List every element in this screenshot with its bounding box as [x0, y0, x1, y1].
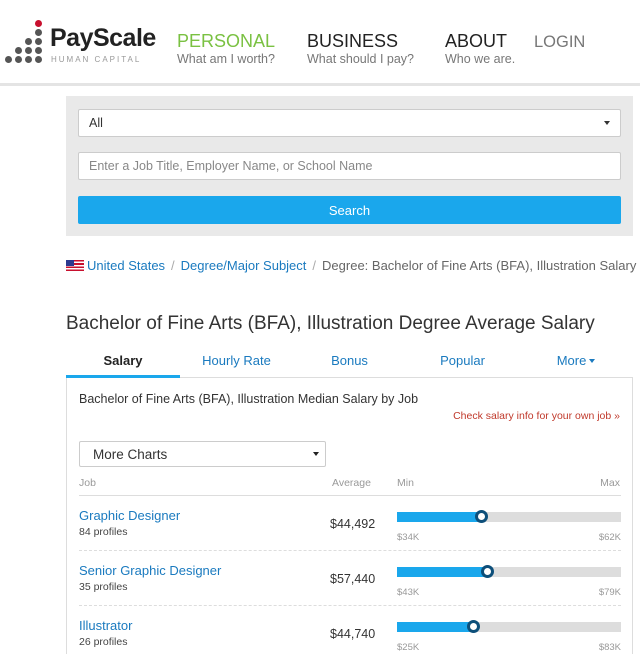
average-marker — [480, 565, 494, 578]
column-header-average: Average — [332, 477, 371, 489]
column-header-min: Min — [397, 477, 414, 489]
caret-down-icon — [313, 452, 319, 456]
salary-range-fill — [397, 622, 474, 632]
average-salary: $44,492 — [330, 517, 376, 531]
logo-dots-icon — [4, 20, 46, 63]
min-salary: $34K — [397, 532, 420, 543]
nav-about-title: ABOUT — [445, 31, 508, 51]
nav-personal-title: PERSONAL — [177, 31, 276, 51]
breadcrumb-separator: / — [171, 258, 175, 273]
caret-down-icon — [604, 121, 610, 125]
salary-range-bar — [397, 620, 621, 633]
nav-personal-subtitle: What am I worth? — [177, 52, 275, 66]
table-row: Graphic Designer 84 profiles $44,492 $34… — [79, 496, 621, 551]
profile-count: 84 profiles — [79, 526, 128, 538]
more-charts-value: More Charts — [93, 447, 168, 462]
search-panel: All Search — [66, 96, 633, 236]
payscale-logo[interactable]: PayScale HUMAN CAPITAL — [4, 14, 156, 66]
breadcrumb-united-states[interactable]: United States — [87, 258, 165, 273]
nav-business-title: BUSINESS — [307, 31, 399, 51]
column-header-job: Job — [79, 477, 96, 489]
breadcrumb-degree-major[interactable]: Degree/Major Subject — [181, 258, 307, 273]
logo-wordmark: PayScale — [50, 24, 156, 52]
breadcrumb-current: Degree: Bachelor of Fine Arts (BFA), Ill… — [322, 258, 637, 273]
tab-more-label: More — [556, 353, 587, 368]
tab-salary[interactable]: Salary — [66, 346, 180, 378]
profile-count: 35 profiles — [79, 581, 128, 593]
job-link[interactable]: Illustrator — [79, 618, 132, 633]
max-salary: $83K — [598, 642, 621, 653]
salary-range-fill — [397, 567, 487, 577]
tab-hourly-rate[interactable]: Hourly Rate — [180, 346, 293, 378]
salary-range-bar — [397, 565, 621, 578]
tab-popular[interactable]: Popular — [406, 346, 519, 378]
min-salary: $43K — [397, 587, 420, 598]
search-input[interactable] — [78, 152, 621, 180]
average-marker — [467, 620, 481, 633]
logo-tagline: HUMAN CAPITAL — [51, 55, 142, 64]
salary-range-bar — [397, 510, 621, 523]
table-row: Senior Graphic Designer 35 profiles $57,… — [79, 551, 621, 606]
job-link[interactable]: Senior Graphic Designer — [79, 563, 221, 578]
own-job-link[interactable]: Check salary info for your own job » — [453, 410, 620, 422]
tab-bar: Salary Hourly Rate Bonus Popular More — [66, 346, 633, 378]
job-link[interactable]: Graphic Designer — [79, 508, 180, 523]
max-salary: $62K — [598, 532, 621, 543]
profile-count: 26 profiles — [79, 636, 128, 648]
breadcrumb-separator: / — [312, 258, 317, 273]
min-salary: $25K — [397, 642, 420, 653]
average-salary: $44,740 — [330, 627, 376, 641]
tab-bonus[interactable]: Bonus — [293, 346, 406, 378]
nav-business[interactable]: BUSINESS What should I pay? — [307, 31, 414, 66]
tab-more[interactable]: More — [519, 346, 633, 378]
login-link[interactable]: LOGIN — [534, 33, 585, 52]
max-salary: $79K — [598, 587, 621, 598]
average-salary: $57,440 — [330, 572, 376, 586]
site-header: PayScale HUMAN CAPITAL PERSONAL What am … — [0, 0, 640, 86]
nav-about[interactable]: ABOUT Who we are. — [445, 31, 515, 66]
page-title: Bachelor of Fine Arts (BFA), Illustratio… — [66, 313, 595, 334]
breadcrumb: United States / Degree/Major Subject / Degre… — [66, 258, 636, 273]
panel-title: Bachelor of Fine Arts (BFA), Illustratio… — [79, 392, 419, 406]
more-charts-select[interactable]: More Charts — [79, 441, 326, 467]
column-header-max: Max — [600, 477, 620, 489]
category-select[interactable]: All — [78, 109, 621, 137]
caret-down-icon — [589, 359, 596, 363]
nav-about-subtitle: Who we are. — [445, 52, 516, 66]
category-select-value: All — [89, 116, 103, 130]
salary-range-fill — [397, 512, 481, 522]
average-marker — [474, 510, 488, 523]
table-row: Illustrator 26 profiles $44,740 $25K $83… — [79, 606, 621, 654]
salary-panel: Bachelor of Fine Arts (BFA), Illustratio… — [66, 378, 633, 654]
search-button[interactable]: Search — [78, 196, 621, 224]
us-flag-icon — [66, 260, 84, 271]
nav-personal[interactable]: PERSONAL What am I worth? — [177, 31, 275, 66]
nav-business-subtitle: What should I pay? — [307, 52, 415, 66]
